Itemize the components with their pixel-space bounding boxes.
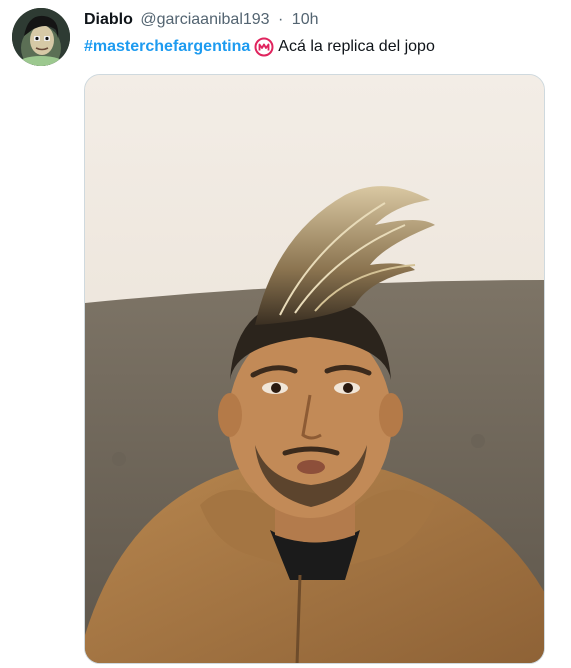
photo-image	[85, 75, 544, 663]
tweet-photo[interactable]	[84, 74, 545, 664]
author-name[interactable]: Diablo	[84, 11, 133, 28]
tweet-body: Acá la replica del jopo	[278, 38, 435, 55]
tweet[interactable]: Diablo @garciaanibal193 · 10h #masterche…	[0, 0, 571, 668]
tweet-text: #masterchefargentina Acá la replica del …	[84, 36, 435, 58]
hashtag-link[interactable]: #masterchefargentina	[84, 36, 250, 58]
author-handle[interactable]: @garciaanibal193	[140, 11, 269, 28]
avatar[interactable]	[12, 8, 70, 66]
tweet-timestamp[interactable]: 10h	[292, 11, 319, 28]
separator-dot: ·	[278, 11, 284, 28]
masterchef-logo-icon	[254, 37, 274, 57]
tweet-header: Diablo @garciaanibal193 · 10h	[84, 10, 319, 30]
avatar-image	[12, 8, 70, 66]
